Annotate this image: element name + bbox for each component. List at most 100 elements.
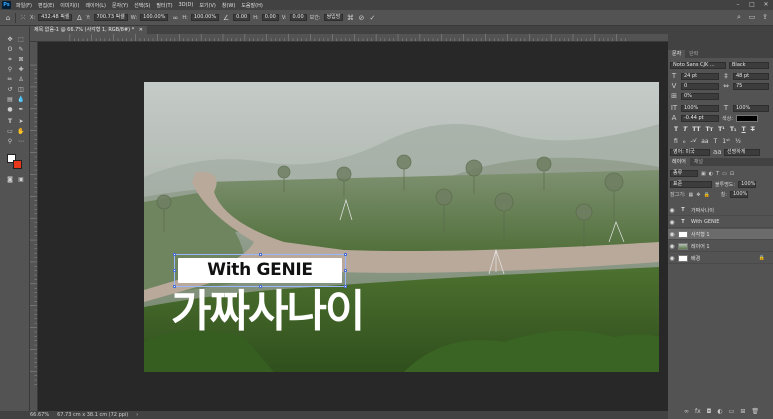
- anti-alias-select[interactable]: 선명하게: [724, 148, 760, 156]
- font-size-field[interactable]: 24 pt: [681, 72, 719, 80]
- with-genie-text-layer[interactable]: With GENIE: [178, 258, 342, 283]
- layer-row[interactable]: ◉ 레이어 1: [668, 241, 773, 252]
- hand-tool-icon[interactable]: ✋: [16, 128, 26, 136]
- transform-handle[interactable]: [344, 253, 347, 256]
- maximize-icon[interactable]: □: [745, 0, 759, 10]
- crop-tool-icon[interactable]: ⌗: [5, 56, 15, 64]
- status-arrow-icon[interactable]: ›: [136, 412, 138, 418]
- layer-row[interactable]: ◉ 배경 🔒: [668, 253, 773, 264]
- more-tools-icon[interactable]: ⋯: [16, 138, 26, 146]
- link-icon[interactable]: ∞: [171, 14, 179, 22]
- superscript-icon[interactable]: T¹: [718, 126, 725, 133]
- healing-tool-icon[interactable]: ✚: [16, 66, 26, 74]
- gradient-tool-icon[interactable]: ▤: [5, 96, 15, 104]
- quick-mask-icon[interactable]: ◙: [5, 176, 15, 184]
- commit-transform-icon[interactable]: ✓: [368, 14, 376, 22]
- tab-channels[interactable]: 채널: [690, 158, 707, 166]
- interpolation-select[interactable]: 쌍입방: [323, 14, 344, 21]
- menu-3d[interactable]: 3D(D): [176, 2, 197, 8]
- visibility-eye-icon[interactable]: ◉: [668, 219, 676, 226]
- transform-handle[interactable]: [173, 269, 176, 272]
- marquee-tool-icon[interactable]: ⬚: [16, 36, 26, 44]
- korean-title-text-layer[interactable]: 가짜사나이: [171, 287, 365, 337]
- pen-tool-icon[interactable]: ✒: [16, 106, 26, 114]
- tab-paragraph[interactable]: 단락: [685, 50, 702, 58]
- lock-position-icon[interactable]: ✥: [696, 192, 700, 198]
- titling-icon[interactable]: T: [714, 138, 718, 145]
- transform-handle[interactable]: [344, 269, 347, 272]
- quick-select-tool-icon[interactable]: ✎: [16, 46, 26, 54]
- tsume-field[interactable]: 0%: [681, 92, 719, 100]
- menu-help[interactable]: 도움말(H): [238, 2, 265, 9]
- new-layer-icon[interactable]: ⊞: [740, 408, 745, 415]
- type-tool-icon[interactable]: T: [5, 118, 15, 126]
- angle-field[interactable]: 0.00: [233, 14, 251, 21]
- add-mask-icon[interactable]: ◘: [707, 408, 712, 415]
- canvas-area[interactable]: With GENIE 가짜사나이: [38, 42, 668, 411]
- menu-window[interactable]: 창(W): [219, 2, 238, 9]
- warp-icon[interactable]: ⌘: [346, 14, 354, 22]
- layer-row[interactable]: ◉ T With GENIE: [668, 217, 773, 228]
- tab-character[interactable]: 문자: [668, 50, 686, 58]
- font-family-select[interactable]: Noto Sans CJK ...: [670, 62, 726, 69]
- visibility-eye-icon[interactable]: ◉: [668, 231, 676, 238]
- menu-file[interactable]: 파일(F): [13, 2, 35, 9]
- cancel-transform-icon[interactable]: ⊘: [357, 14, 365, 22]
- ordinal-icon[interactable]: 1ˢᵗ: [722, 138, 730, 145]
- font-style-select[interactable]: Black: [729, 62, 769, 69]
- filter-adjust-icon[interactable]: ◐: [709, 171, 713, 177]
- new-group-icon[interactable]: ▭: [729, 408, 735, 415]
- underline-icon[interactable]: T: [742, 126, 746, 133]
- layer-filter-select[interactable]: 종류: [670, 170, 698, 177]
- close-icon[interactable]: ✕: [759, 0, 773, 10]
- opacity-field[interactable]: 100%: [738, 181, 757, 188]
- vskew-field[interactable]: 0.00: [289, 14, 307, 21]
- language-select[interactable]: 영어: 미국: [670, 148, 710, 156]
- kerning-field[interactable]: 0: [681, 82, 719, 90]
- menu-edit[interactable]: 편집(E): [35, 2, 57, 9]
- filter-shape-icon[interactable]: ▭: [722, 171, 727, 177]
- all-caps-icon[interactable]: TT: [692, 126, 700, 133]
- y-field[interactable]: 700.73 픽셀: [93, 14, 128, 21]
- menu-filter[interactable]: 필터(T): [153, 2, 175, 9]
- frame-tool-icon[interactable]: ⊠: [16, 56, 26, 64]
- faux-bold-icon[interactable]: T: [674, 126, 678, 133]
- swash-icon[interactable]: 𝒜: [691, 137, 697, 145]
- width-field[interactable]: 100.00%: [140, 14, 169, 21]
- stamp-tool-icon[interactable]: ♙: [16, 76, 26, 84]
- faux-italic-icon[interactable]: T: [683, 126, 687, 133]
- layer-style-icon[interactable]: fx: [695, 408, 701, 415]
- fill-field[interactable]: 100%: [729, 191, 748, 198]
- leading-field[interactable]: 48 pt: [733, 72, 769, 80]
- tracking-field[interactable]: 75: [733, 82, 769, 90]
- shape-tool-icon[interactable]: ▭: [5, 128, 15, 136]
- lock-all-icon[interactable]: 🔒: [703, 192, 709, 198]
- text-color-swatch[interactable]: [735, 114, 758, 122]
- lasso-tool-icon[interactable]: ʘ: [5, 46, 15, 54]
- zoom-tool-icon[interactable]: ⚲: [5, 138, 15, 146]
- document-tab[interactable]: 제목 없음-1 @ 66.7% (사각형 1, RGB/8#) * ✕: [30, 26, 147, 34]
- delete-layer-icon[interactable]: 🗑: [751, 408, 759, 415]
- menu-view[interactable]: 보기(V): [196, 2, 219, 9]
- layer-row[interactable]: ◉ T 가짜사나이: [668, 205, 773, 216]
- small-caps-icon[interactable]: Tт: [706, 126, 714, 133]
- path-select-tool-icon[interactable]: ➤: [16, 118, 26, 126]
- menu-layer[interactable]: 레이어(L): [82, 2, 109, 9]
- history-brush-tool-icon[interactable]: ↺: [5, 86, 15, 94]
- lock-pixels-icon[interactable]: ▦: [689, 192, 694, 198]
- workspace-icon[interactable]: ▭: [748, 13, 756, 21]
- menu-type[interactable]: 문자(Y): [109, 2, 131, 9]
- link-layers-icon[interactable]: ∞: [684, 408, 689, 415]
- filter-pixel-icon[interactable]: ▣: [701, 171, 706, 177]
- eyedropper-tool-icon[interactable]: ⚲: [5, 66, 15, 74]
- screen-mode-icon[interactable]: ▣: [16, 176, 26, 184]
- share-icon[interactable]: ⇪: [761, 13, 769, 21]
- brush-tool-icon[interactable]: ✏: [5, 76, 15, 84]
- menu-select[interactable]: 선택(S): [131, 2, 153, 9]
- move-tool-icon[interactable]: ✥: [5, 36, 15, 44]
- transform-reference-icon[interactable]: ⁙: [19, 14, 27, 22]
- baseline-shift-field[interactable]: -0.44 pt: [681, 114, 719, 122]
- visibility-eye-icon[interactable]: ◉: [668, 243, 676, 250]
- vertical-scale-field[interactable]: 100%: [681, 104, 719, 112]
- blur-tool-icon[interactable]: 💧: [16, 96, 26, 104]
